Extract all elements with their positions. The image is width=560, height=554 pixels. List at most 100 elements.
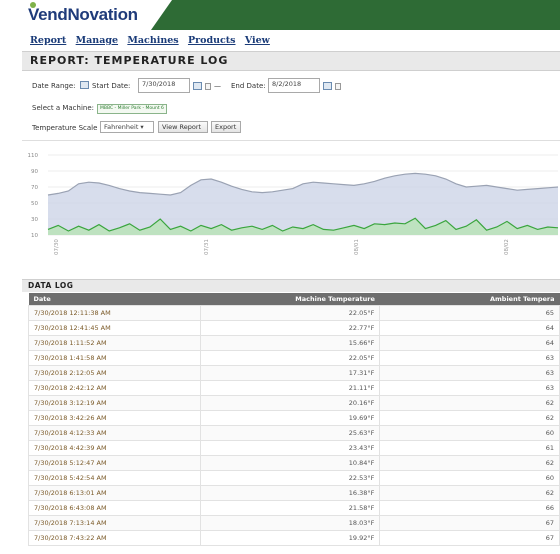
cell-date: 7/30/2018 6:13:01 AM — [27, 485, 202, 501]
table-row: 7/30/2018 1:41:58 AM 22.05°F 63 — [27, 350, 560, 366]
data-log-title: DATA LOG — [28, 281, 74, 290]
cell-ambient-temperature: 61 — [379, 440, 560, 456]
cell-machine-temperature: 22.05°F — [200, 305, 381, 321]
table-row: 7/30/2018 3:42:26 AM 19.69°F 62 — [27, 410, 560, 426]
cell-ambient-temperature: 67 — [379, 515, 560, 531]
cell-machine-temperature: 21.11°F — [200, 380, 381, 396]
menu-item-report[interactable]: Report — [30, 35, 66, 46]
cell-date: 7/30/2018 2:42:12 AM — [27, 380, 202, 396]
cell-machine-temperature: 20.16°F — [200, 395, 381, 411]
logo-text: VendNovation — [28, 5, 138, 24]
table-row: 7/30/2018 3:12:19 AM 20.16°F 62 — [27, 395, 560, 411]
table-row: 7/30/2018 4:12:33 AM 25.63°F 60 — [27, 425, 560, 441]
x-tick-label: 07/30 — [54, 239, 60, 255]
table-row: 7/30/2018 2:42:12 AM 21.11°F 63 — [27, 380, 560, 396]
logo: VendNovation — [22, 0, 172, 30]
start-clear-icon[interactable] — [205, 83, 211, 90]
data-log-bar: DATA LOG — [22, 279, 560, 292]
cell-machine-temperature: 17.31°F — [200, 365, 381, 381]
x-tick-label: 07/31 — [204, 239, 210, 255]
machine-label: Select a Machine: — [32, 104, 94, 112]
table-header-row: Date Machine Temperature Ambient Tempera — [28, 293, 560, 306]
calendar-icon — [80, 81, 89, 89]
table-row: 7/30/2018 5:12:47 AM 10.84°F 62 — [27, 455, 560, 471]
table-row: 7/30/2018 12:11:38 AM 22.05°F 65 — [27, 305, 560, 321]
menu-item-manage[interactable]: Manage — [76, 35, 118, 46]
start-calendar-icon[interactable] — [193, 82, 202, 90]
cell-date: 7/30/2018 6:43:08 AM — [27, 500, 202, 516]
header-machine-temperature[interactable]: Machine Temperature — [200, 293, 380, 306]
cell-machine-temperature: 22.53°F — [200, 470, 381, 486]
table-row: 7/30/2018 7:13:14 AM 18.03°F 67 — [27, 515, 560, 531]
cell-machine-temperature: 19.92°F — [200, 530, 381, 546]
menu-item-products[interactable]: Products — [188, 35, 236, 46]
cell-date: 7/30/2018 5:12:47 AM — [27, 455, 202, 471]
export-button[interactable]: Export — [211, 121, 241, 133]
start-date-label: Start Date: — [92, 82, 131, 90]
end-clear-icon[interactable] — [335, 83, 341, 90]
report-title-bar: REPORT: TEMPERATURE LOG — [22, 51, 560, 71]
x-tick-label: 08/01 — [354, 239, 360, 255]
cell-date: 7/30/2018 12:41:45 AM — [27, 320, 202, 336]
temperature-scale-select[interactable]: Fahrenheit ▾ — [100, 121, 154, 133]
cell-machine-temperature: 22.05°F — [200, 350, 381, 366]
chart-series — [47, 172, 559, 235]
y-tick-label: 10 — [31, 233, 38, 239]
header-ambient-temperature[interactable]: Ambient Tempera — [379, 293, 560, 306]
cell-date: 7/30/2018 7:13:14 AM — [27, 515, 202, 531]
table-row: 7/30/2018 12:41:45 AM 22.77°F 64 — [27, 320, 560, 336]
cell-ambient-temperature: 65 — [379, 305, 560, 321]
menu-item-machines[interactable]: Machines — [127, 35, 178, 46]
temperature-scale-label: Temperature Scale — [32, 124, 98, 132]
cell-machine-temperature: 19.69°F — [200, 410, 381, 426]
machine-select-link[interactable]: MBBC - Miller Park - Mount 6 — [97, 104, 167, 114]
header-date[interactable]: Date — [28, 293, 201, 306]
end-date-input[interactable]: 8/2/2018 — [268, 78, 320, 93]
cell-date: 7/30/2018 5:42:54 AM — [27, 470, 202, 486]
menu-item-view[interactable]: View — [245, 35, 270, 46]
chart-x-ticks: 07/30 07/31 08/01 08/02 — [54, 239, 510, 255]
cell-ambient-temperature: 64 — [379, 335, 560, 351]
cell-machine-temperature: 15.66°F — [200, 335, 381, 351]
main-menu: Report Manage Machines Products View — [30, 35, 276, 46]
cell-ambient-temperature: 63 — [379, 380, 560, 396]
cell-machine-temperature: 22.77°F — [200, 320, 381, 336]
x-tick-label: 08/02 — [504, 239, 510, 255]
y-tick-label: 30 — [31, 217, 38, 223]
cell-ambient-temperature: 62 — [379, 395, 560, 411]
cell-machine-temperature: 21.58°F — [200, 500, 381, 516]
table-row: 7/30/2018 6:43:08 AM 21.58°F 66 — [27, 500, 560, 516]
start-date-input[interactable]: 7/30/2018 — [138, 78, 190, 93]
cell-ambient-temperature: 63 — [379, 365, 560, 381]
table-row: 7/30/2018 6:13:01 AM 16.38°F 62 — [27, 485, 560, 501]
temperature-chart: 10 30 50 70 90 110 07/30 07/31 08/01 08/02 — [22, 140, 560, 269]
cell-date: 7/30/2018 7:43:22 AM — [27, 530, 202, 546]
app-header: VendNovation — [22, 0, 560, 30]
cell-date: 7/30/2018 2:12:05 AM — [27, 365, 202, 381]
page-title: REPORT: TEMPERATURE LOG — [30, 54, 229, 67]
view-report-button[interactable]: View Report — [158, 121, 208, 133]
date-range-label: Date Range: — [32, 82, 76, 90]
y-tick-label: 90 — [31, 169, 38, 175]
cell-date: 7/30/2018 12:11:38 AM — [27, 305, 202, 321]
cell-ambient-temperature: 62 — [379, 410, 560, 426]
cell-date: 7/30/2018 3:42:26 AM — [27, 410, 202, 426]
chart-y-ticks: 10 30 50 70 90 110 — [28, 153, 39, 239]
data-log-table: Date Machine Temperature Ambient Tempera… — [27, 293, 560, 546]
end-calendar-icon[interactable] — [323, 82, 332, 90]
table-row: 7/30/2018 7:43:22 AM 19.92°F 67 — [27, 530, 560, 546]
temperature-chart-svg: 10 30 50 70 90 110 07/30 07/31 08/01 08/02 — [28, 153, 559, 255]
cell-ambient-temperature: 63 — [379, 350, 560, 366]
cell-ambient-temperature: 60 — [379, 470, 560, 486]
cell-ambient-temperature: 62 — [379, 455, 560, 471]
table-body: 7/30/2018 12:11:38 AM 22.05°F 65 7/30/2018 … — [27, 305, 560, 546]
table-row: 7/30/2018 4:42:39 AM 23.43°F 61 — [27, 440, 560, 456]
cell-machine-temperature: 18.03°F — [200, 515, 381, 531]
cell-date: 7/30/2018 4:42:39 AM — [27, 440, 202, 456]
date-separator: — — [214, 82, 221, 90]
cell-machine-temperature: 23.43°F — [200, 440, 381, 456]
cell-ambient-temperature: 66 — [379, 500, 560, 516]
cell-machine-temperature: 16.38°F — [200, 485, 381, 501]
table-row: 7/30/2018 1:11:52 AM 15.66°F 64 — [27, 335, 560, 351]
y-tick-label: 110 — [28, 153, 39, 159]
